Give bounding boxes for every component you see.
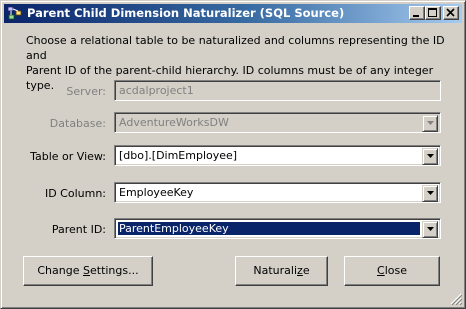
chevron-down-icon (427, 191, 434, 195)
dialog-window: Parent Child Dimension Naturalizer (SQL … (0, 0, 466, 309)
server-field: acdalproject1 (114, 80, 441, 101)
chevron-down-icon (427, 121, 434, 125)
app-icon[interactable] (7, 6, 23, 21)
minimize-icon (413, 15, 419, 17)
naturalize-label: Naturali (253, 264, 298, 277)
table-dropdown-button[interactable] (422, 148, 438, 165)
chevron-down-icon (427, 227, 434, 231)
window-title: Parent Child Dimension Naturalizer (SQL … (27, 6, 345, 20)
minimize-button[interactable] (409, 6, 425, 20)
close-icon (446, 8, 455, 17)
parent-id-select[interactable]: ParentEmployeeKey (114, 218, 441, 239)
database-select: AdventureWorksDW (114, 112, 441, 133)
table-select[interactable]: [dbo].[DimEmployee] (114, 145, 441, 166)
close-window-button[interactable] (443, 6, 459, 20)
id-column-select[interactable]: EmployeeKey (114, 182, 441, 203)
maximize-icon (428, 8, 437, 17)
id-column-value: EmployeeKey (119, 186, 194, 199)
database-value: AdventureWorksDW (119, 116, 229, 129)
naturalize-label-rest: e (302, 264, 310, 277)
change-settings-button[interactable]: Change Settings... (23, 256, 153, 286)
title-bar[interactable]: Parent Child Dimension Naturalizer (SQL … (4, 4, 462, 23)
close-label: lose (384, 264, 407, 277)
parent-id-value: ParentEmployeeKey (117, 221, 421, 236)
naturalize-button[interactable]: Naturalize (235, 256, 328, 286)
maximize-button[interactable] (425, 6, 441, 20)
table-label: Table or View: (30, 150, 106, 163)
server-value: acdalproject1 (119, 84, 194, 97)
database-dropdown-button (422, 115, 438, 132)
id-column-label: ID Column: (44, 187, 106, 200)
change-settings-label: Change (37, 264, 83, 277)
close-button[interactable]: Close (344, 256, 440, 286)
id-column-dropdown-button[interactable] (422, 185, 438, 202)
close-mnemonic: C (377, 264, 385, 277)
parent-id-dropdown-button[interactable] (422, 221, 438, 238)
resize-grip-icon[interactable] (450, 293, 462, 305)
change-settings-mnemonic: S (83, 264, 90, 277)
parent-id-label: Parent ID: (51, 223, 106, 236)
chevron-down-icon (427, 154, 434, 158)
server-label: Server: (66, 85, 106, 98)
database-label: Database: (49, 117, 106, 130)
table-value: [dbo].[DimEmployee] (119, 149, 238, 162)
change-settings-label-rest: ettings... (89, 264, 139, 277)
